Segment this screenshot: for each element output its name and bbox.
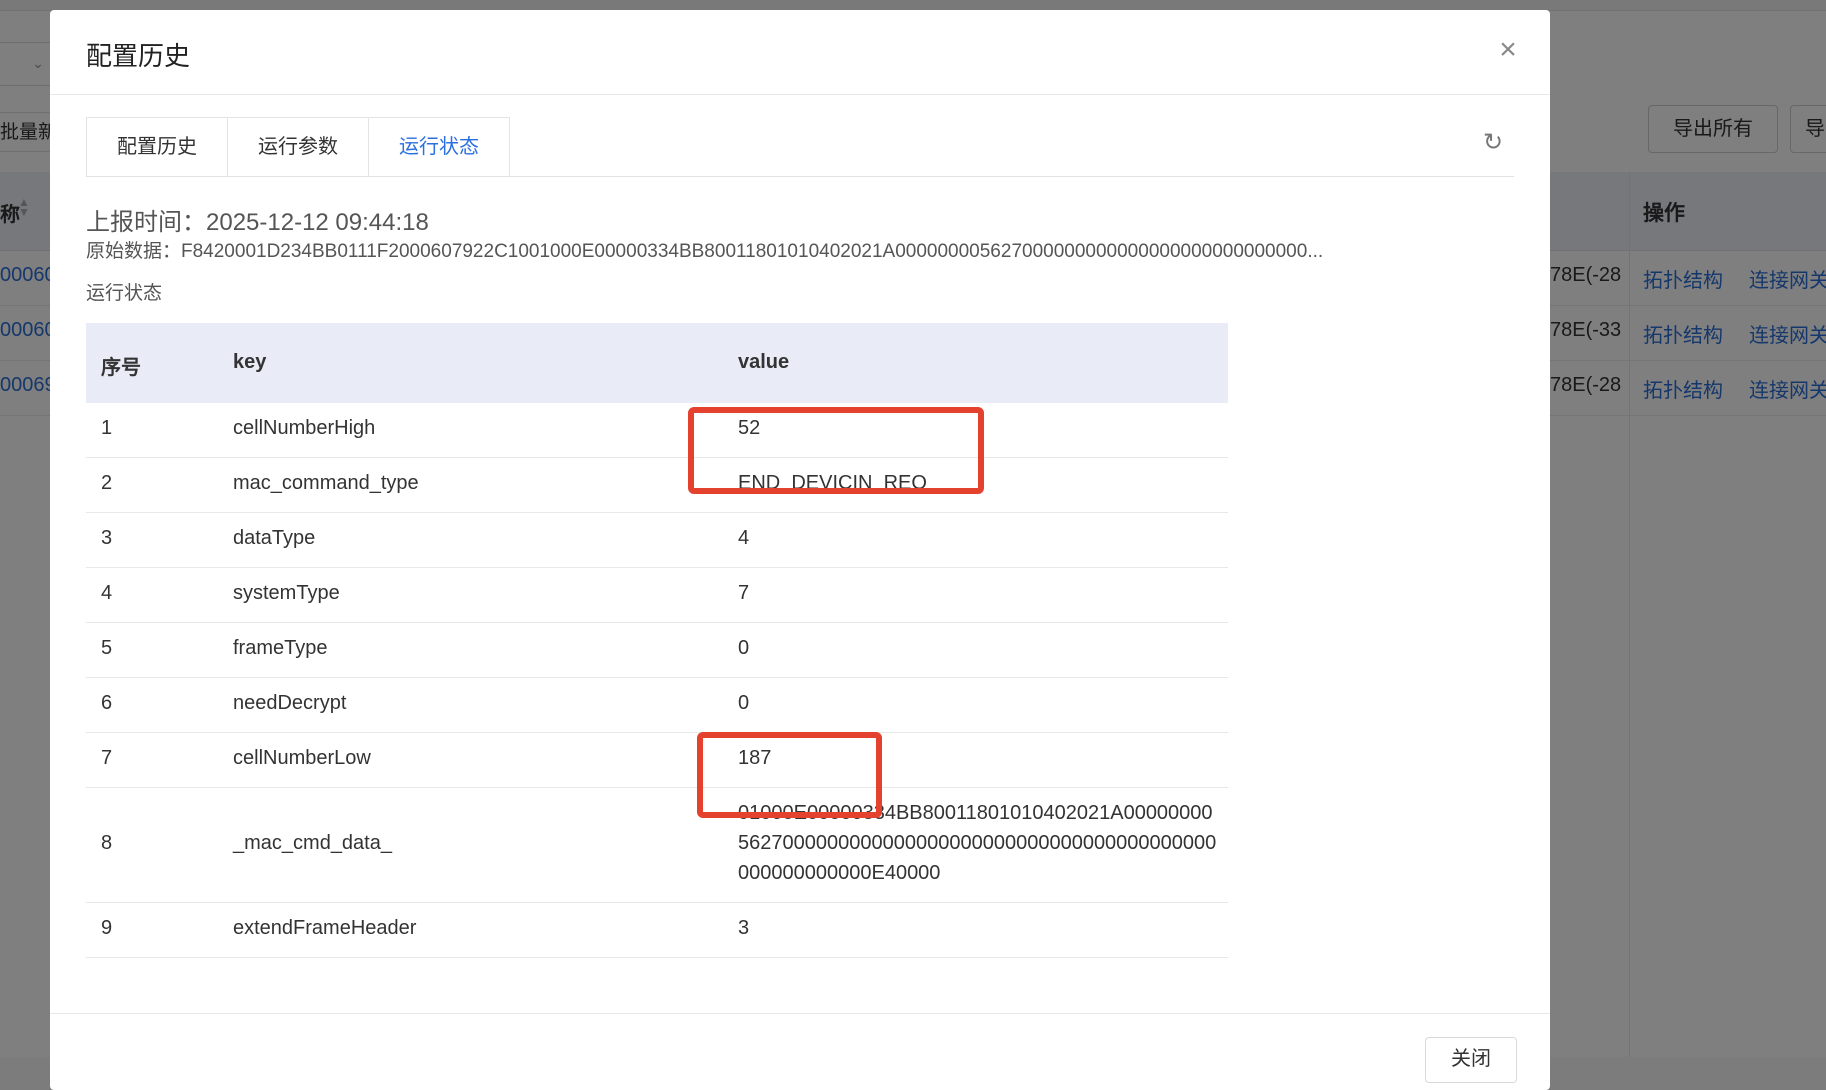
row-index: 4 bbox=[101, 582, 113, 604]
row-index: 5 bbox=[101, 637, 113, 659]
modal-footer-divider bbox=[50, 1013, 1550, 1014]
tab-config-history[interactable]: 配置历史 bbox=[86, 117, 228, 177]
row-index: 3 bbox=[101, 527, 113, 549]
table-row: 4 systemType 7 bbox=[86, 568, 1228, 623]
row-key: mac_command_type bbox=[233, 472, 419, 494]
row-index: 8 bbox=[101, 832, 113, 854]
tab-run-status[interactable]: 运行状态 bbox=[368, 117, 510, 177]
row-value: 0 bbox=[738, 692, 750, 714]
row-key: extendFrameHeader bbox=[233, 917, 417, 939]
row-index: 2 bbox=[101, 472, 113, 494]
row-key: cellNumberLow bbox=[233, 747, 371, 769]
table-row: 9 extendFrameHeader 3 bbox=[86, 903, 1228, 958]
raw-data: 原始数据：F8420001D234BB0111F2000607922C10010… bbox=[86, 241, 1324, 262]
table-header: 序号 key value bbox=[86, 323, 1228, 403]
table-row: 8 _mac_cmd_data_ 01000E00000334BB8001180… bbox=[86, 788, 1228, 903]
row-key: _mac_cmd_data_ bbox=[233, 832, 392, 854]
row-value: 7 bbox=[738, 582, 750, 604]
tab-bar: 配置历史 运行参数 运行状态 bbox=[86, 117, 510, 177]
highlight-box bbox=[697, 732, 882, 818]
report-time: 上报时间：2025-12-12 09:44:18 bbox=[86, 209, 429, 236]
row-index: 1 bbox=[101, 417, 113, 439]
column-header-key: key bbox=[233, 351, 267, 373]
section-label: 运行状态 bbox=[86, 283, 163, 304]
close-button[interactable]: 关闭 bbox=[1425, 1037, 1517, 1083]
modal-title: 配置历史 bbox=[86, 41, 191, 71]
column-header-index: 序号 bbox=[101, 357, 141, 379]
row-value: 0 bbox=[738, 637, 750, 659]
row-value: 3 bbox=[738, 917, 750, 939]
row-key: dataType bbox=[233, 527, 316, 549]
row-index: 6 bbox=[101, 692, 113, 714]
row-key: cellNumberHigh bbox=[233, 417, 376, 439]
status-table: 序号 key value 1 cellNumberHigh 52 2 mac_c… bbox=[86, 323, 1228, 958]
highlight-box bbox=[688, 407, 984, 494]
table-row: 3 dataType 4 bbox=[86, 513, 1228, 568]
table-row: 7 cellNumberLow 187 bbox=[86, 733, 1228, 788]
config-history-modal: 配置历史 × 配置历史 运行参数 运行状态 ↻ 上报时间：2025-12-12 … bbox=[50, 10, 1550, 1090]
table-row: 5 frameType 0 bbox=[86, 623, 1228, 678]
row-index: 9 bbox=[101, 917, 113, 939]
row-key: needDecrypt bbox=[233, 692, 347, 714]
tab-run-params[interactable]: 运行参数 bbox=[227, 117, 369, 177]
modal-header: 配置历史 × bbox=[50, 10, 1550, 95]
table-row: 2 mac_command_type END_DEVICIN_REQ bbox=[86, 458, 1228, 513]
column-header-value: value bbox=[738, 351, 790, 373]
close-icon[interactable]: × bbox=[1493, 35, 1523, 66]
table-row: 1 cellNumberHigh 52 bbox=[86, 403, 1228, 458]
row-value: 4 bbox=[738, 527, 750, 549]
row-key: frameType bbox=[233, 637, 328, 659]
row-index: 7 bbox=[101, 747, 113, 769]
table-row: 6 needDecrypt 0 bbox=[86, 678, 1228, 733]
refresh-icon[interactable]: ↻ bbox=[1478, 128, 1508, 158]
row-key: systemType bbox=[233, 582, 340, 604]
tab-divider bbox=[86, 176, 1514, 177]
